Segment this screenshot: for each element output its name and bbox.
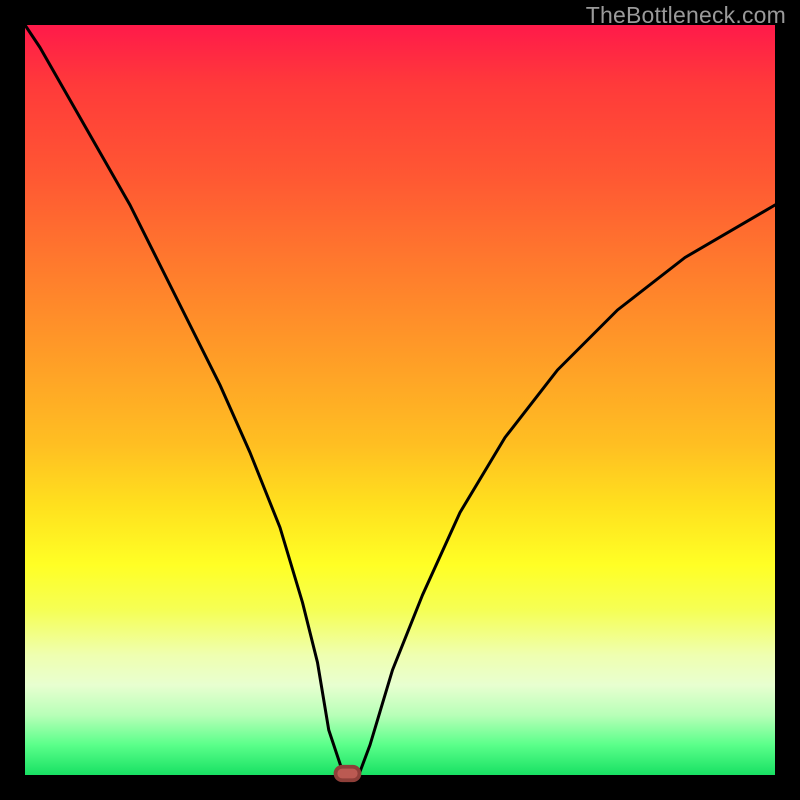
chart-svg [25, 25, 775, 775]
chart-frame: TheBottleneck.com [0, 0, 800, 800]
watermark-text: TheBottleneck.com [586, 2, 786, 29]
plot-area [25, 25, 775, 775]
bottleneck-curve [25, 25, 775, 775]
optimal-point-marker [336, 767, 360, 781]
